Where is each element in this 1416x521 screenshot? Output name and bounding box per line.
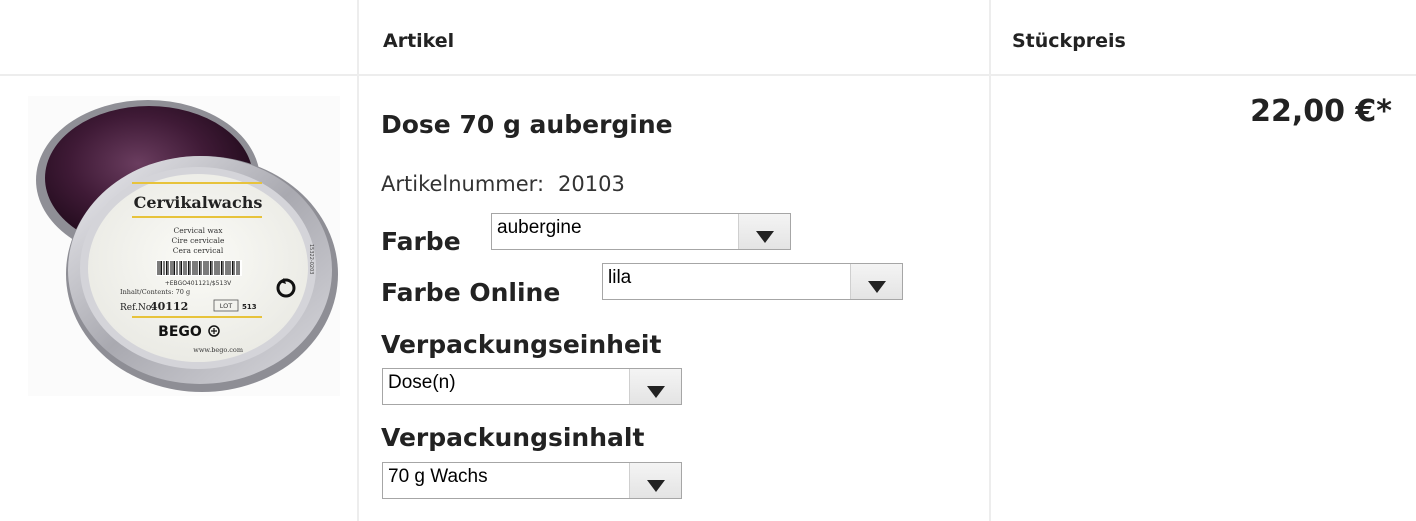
chevron-down-icon	[647, 386, 665, 398]
column-divider-image-artikel	[357, 0, 359, 521]
option-label-farbe: Farbe	[381, 227, 461, 256]
label-maker: BEGO	[158, 324, 202, 340]
label-brand: Cervikalwachs	[134, 193, 263, 212]
option-label-verpackungseinheit: Verpackungseinheit	[381, 330, 662, 359]
article-number-value: 20103	[558, 172, 625, 196]
option-label-farbe-online: Farbe Online	[381, 278, 561, 307]
label-url: www.bego.com	[193, 346, 243, 354]
barcode-icon	[156, 260, 242, 276]
label-line-3: Cera cervical	[173, 246, 224, 255]
label-ref-number: 40112	[150, 300, 188, 313]
select-verpackungseinheit-value: Dose(n)	[388, 372, 456, 393]
product-image[interactable]: Cervikalwachs Cervical wax Cire cervical…	[28, 96, 340, 396]
label-lot-number: 513	[242, 303, 257, 311]
select-farbe-online-value: lila	[608, 267, 632, 288]
select-verpackungsinhalt[interactable]: 70 g Wachs	[382, 462, 682, 499]
chevron-down-icon	[756, 231, 774, 243]
label-line-2: Cire cervicale	[172, 236, 225, 245]
label-barcode-text: +EBGO401121/$513V	[165, 280, 232, 287]
header-divider	[0, 74, 1416, 76]
label-side-code: 15322-0203	[308, 244, 314, 274]
select-verpackungsinhalt-value: 70 g Wachs	[388, 466, 488, 487]
label-lot-label: LOT	[220, 302, 233, 310]
select-farbe[interactable]: aubergine	[491, 213, 791, 250]
select-verpackungseinheit-button[interactable]	[629, 369, 681, 404]
column-header-artikel: Artikel	[383, 30, 455, 52]
product-title[interactable]: Dose 70 g aubergine	[381, 110, 673, 139]
article-number-label: Artikelnummer:	[381, 172, 545, 196]
select-farbe-button[interactable]	[738, 214, 790, 249]
label-line-1: Cervical wax	[174, 226, 224, 235]
option-label-verpackungsinhalt: Verpackungsinhalt	[381, 423, 645, 452]
chevron-down-icon	[868, 281, 886, 293]
label-ref-label: Ref.No.	[120, 303, 154, 313]
label-contents: Inhalt/Contents: 70 g	[120, 288, 190, 296]
select-verpackungseinheit[interactable]: Dose(n)	[382, 368, 682, 405]
column-divider-artikel-preis	[989, 0, 991, 521]
select-verpackungsinhalt-button[interactable]	[629, 463, 681, 498]
column-header-stueckpreis: Stückpreis	[1012, 30, 1126, 52]
unit-price: 22,00 €*	[1250, 94, 1392, 129]
select-farbe-value: aubergine	[497, 217, 582, 238]
select-farbe-online-button[interactable]	[850, 264, 902, 299]
chevron-down-icon	[647, 480, 665, 492]
article-number-row: Artikelnummer: 20103	[381, 172, 625, 196]
select-farbe-online[interactable]: lila	[602, 263, 903, 300]
